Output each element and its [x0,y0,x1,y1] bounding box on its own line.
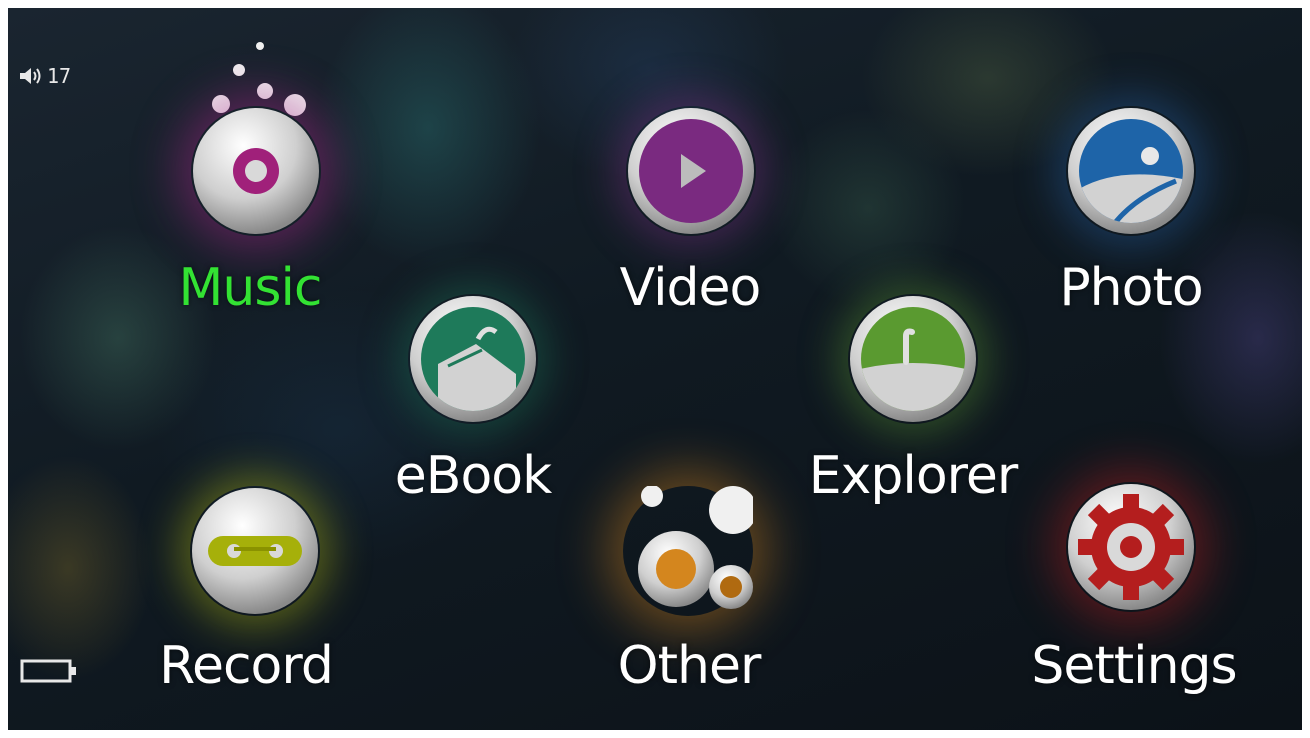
menu-label-video[interactable]: Video [620,258,762,318]
folder-icon[interactable] [848,294,978,424]
disc-icon[interactable] [191,106,321,236]
battery-indicator [20,658,80,688]
menu-label-record[interactable]: Record [159,636,334,696]
menu-label-ebook[interactable]: eBook [395,446,552,506]
volume-indicator: 17 [18,64,71,88]
menu-label-explorer[interactable]: Explorer [809,446,1019,506]
menu-label-music[interactable]: Music [179,258,323,318]
home-screen: 17 Music Video Photo eBook Explorer Reco… [8,8,1302,730]
menu-label-other[interactable]: Other [618,636,762,696]
bubbles-icon[interactable] [623,486,753,616]
battery-icon [20,659,76,683]
menu-label-photo[interactable]: Photo [1059,258,1203,318]
tape-icon[interactable] [190,486,320,616]
gear-icon[interactable] [1066,482,1196,612]
speaker-icon [20,68,41,84]
book-icon[interactable] [408,294,538,424]
menu-label-settings[interactable]: Settings [1031,636,1237,696]
play-icon[interactable] [626,106,756,236]
landscape-icon[interactable] [1066,106,1196,236]
volume-level: 17 [47,64,72,88]
